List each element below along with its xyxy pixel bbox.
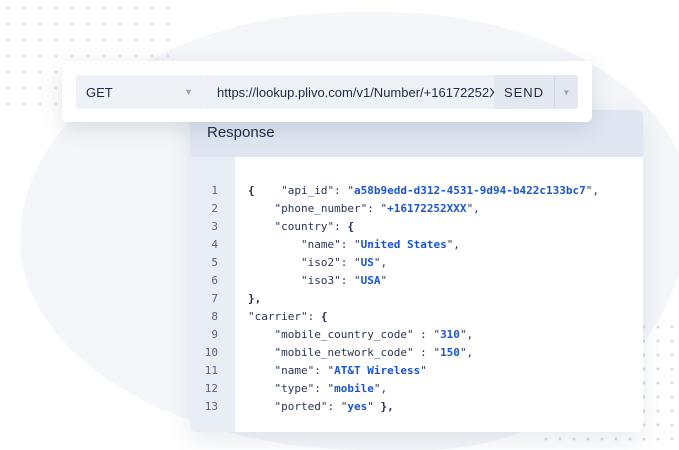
send-button-group: SEND ▼ [494, 75, 578, 109]
json-key: " [353, 238, 361, 251]
json-punctuation: { [347, 220, 354, 233]
send-dropdown-button[interactable]: ▼ [554, 75, 578, 109]
json-key: ", [466, 202, 480, 215]
line-number: 11 [204, 364, 218, 377]
line-number: 9 [211, 328, 218, 341]
line-number: 1 [211, 184, 218, 197]
line-number: 12 [204, 382, 218, 395]
json-value: US [360, 256, 374, 269]
line-number: 3 [211, 220, 218, 233]
chevron-down-icon: ▼ [562, 87, 571, 97]
line-number: 10 [204, 346, 218, 359]
code-line: { "api_id": "a58b9edd-d312-4531-9d94-b42… [248, 182, 599, 200]
json-punctuation: { [248, 184, 255, 197]
json-key: "ported": [248, 400, 341, 413]
line-number: 2 [211, 202, 218, 215]
json-key: " [353, 256, 361, 269]
code-line: "name": "United States", [248, 236, 460, 254]
json-key: "iso3": [248, 274, 354, 287]
json-punctuation: }, [380, 400, 394, 413]
code-line: "carrier": { [248, 308, 327, 326]
json-key: "country": [248, 220, 348, 233]
json-punctuation: { [320, 310, 328, 323]
json-key: "api_id": [254, 184, 348, 197]
request-bar: GET ▼ SEND ▼ [62, 61, 592, 122]
chevron-down-icon: ▼ [184, 87, 193, 97]
code-line: "country": { [248, 218, 354, 236]
json-key: ", [373, 382, 388, 395]
json-key: " [420, 364, 427, 377]
code-line: "type": "mobile", [248, 380, 387, 398]
method-label: GET [86, 84, 113, 100]
json-key: " [347, 184, 354, 197]
code-line: }, [248, 290, 261, 308]
json-value: AT&T Wireless [334, 364, 421, 377]
line-number: 6 [211, 274, 218, 287]
json-key: " [353, 274, 361, 287]
json-value: USA [360, 274, 381, 287]
line-number: 5 [211, 256, 218, 269]
url-input[interactable] [205, 75, 534, 109]
json-value: a58b9edd-d312-4531-9d94-b422c133bc7 [353, 184, 586, 197]
json-key: ", [585, 184, 600, 197]
json-key: "mobile_network_code" : [248, 346, 434, 359]
json-key: "iso2": [248, 256, 354, 269]
json-key: "carrier": [248, 310, 321, 323]
json-response-body: { "api_id": "a58b9edd-d312-4531-9d94-b42… [248, 157, 633, 432]
json-value: 310 [440, 328, 460, 341]
code-viewer: 1 2 3 4 5 6 7 8 9 10 11 12 13 { "api_id": "a58b9edd-… [190, 157, 643, 432]
json-key: " [380, 274, 388, 287]
code-line: "iso3": "USA" [248, 272, 387, 290]
json-key: ", [459, 328, 474, 341]
response-title: Response [207, 124, 275, 141]
line-number: 4 [211, 238, 218, 251]
json-key: " [367, 400, 381, 413]
code-line: "phone_number": "+16172252XXX", [248, 200, 480, 218]
line-number: 13 [204, 400, 218, 413]
code-line: "mobile_country_code" : "310", [248, 326, 473, 344]
json-key: "name": [248, 364, 328, 377]
json-key: "mobile_country_code" : [248, 328, 434, 341]
code-line: "mobile_network_code" : "150", [248, 344, 473, 362]
json-key: ", [373, 256, 388, 269]
code-line: "name": "AT&T Wireless" [248, 362, 427, 380]
line-number: 8 [211, 310, 218, 323]
json-key: "type": [248, 382, 328, 395]
json-punctuation: }, [248, 292, 262, 305]
method-select[interactable]: GET ▼ [76, 75, 205, 109]
send-button[interactable]: SEND [494, 75, 554, 109]
json-value: mobile [334, 382, 374, 395]
json-key: "name": [248, 238, 354, 251]
response-panel: Response 1 2 3 4 5 6 7 8 9 10 11 12 13 { "api_id": "… [190, 110, 643, 432]
line-number-gutter: 1 2 3 4 5 6 7 8 9 10 11 12 13 [190, 157, 235, 432]
json-value: 150 [440, 346, 460, 359]
json-value: +16172252XXX [387, 202, 467, 215]
json-value: yes [347, 400, 368, 413]
json-value: United States [360, 238, 447, 251]
code-line: "iso2": "US", [248, 254, 387, 272]
json-key: ", [446, 238, 460, 251]
line-number: 7 [211, 292, 218, 305]
json-key: "phone_number": [248, 202, 381, 215]
code-line: "ported": "yes" }, [248, 398, 394, 416]
json-key: ", [459, 346, 474, 359]
